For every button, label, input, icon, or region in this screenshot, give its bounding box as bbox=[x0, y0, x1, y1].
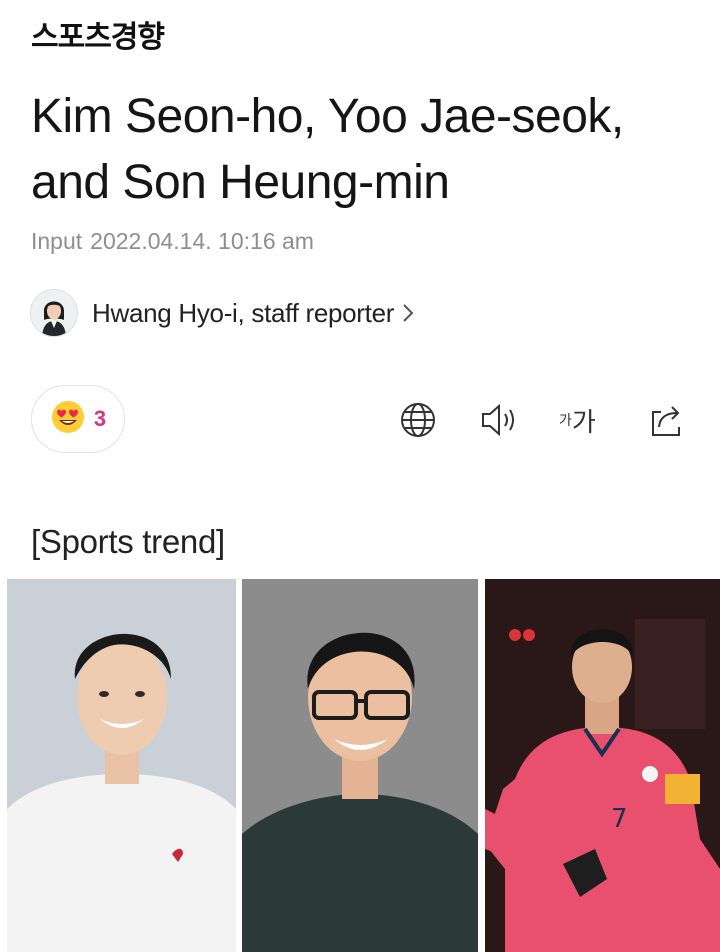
article-photo[interactable]: 7 bbox=[0, 579, 720, 952]
yoo-jae-seok-photo bbox=[242, 579, 478, 952]
font-large-glyph: 가 bbox=[571, 407, 596, 438]
share-icon[interactable] bbox=[647, 398, 687, 442]
input-label: Input bbox=[31, 228, 83, 254]
jersey-number: 7 bbox=[611, 804, 628, 834]
chevron-right-icon[interactable] bbox=[402, 303, 414, 323]
font-small-glyph: 가 bbox=[559, 413, 572, 429]
article-toolbar: 가가 bbox=[0, 398, 720, 442]
kim-seon-ho-photo bbox=[7, 579, 236, 952]
input-time: 2022.04.14. 10:16 am bbox=[90, 228, 314, 254]
logo[interactable]: 스포츠경향 bbox=[31, 18, 165, 58]
font-size-icon[interactable]: 가가 bbox=[559, 398, 596, 442]
reporter-name[interactable]: Hwang Hyo-i, staff reporter bbox=[92, 298, 394, 329]
headline: Kim Seon-ho, Yoo Jae-seok, and Son Heung… bbox=[31, 90, 624, 209]
son-heung-min-photo: 7 bbox=[485, 579, 720, 952]
globe-icon[interactable] bbox=[399, 398, 437, 442]
reporter-byline[interactable]: Hwang Hyo-i, staff reporter bbox=[30, 289, 414, 337]
reporter-avatar bbox=[30, 289, 78, 337]
article-meta: Input 2022.04.14. 10:16 am bbox=[31, 228, 314, 255]
section-tag: [Sports trend] bbox=[31, 523, 225, 560]
speaker-icon[interactable] bbox=[480, 398, 520, 442]
